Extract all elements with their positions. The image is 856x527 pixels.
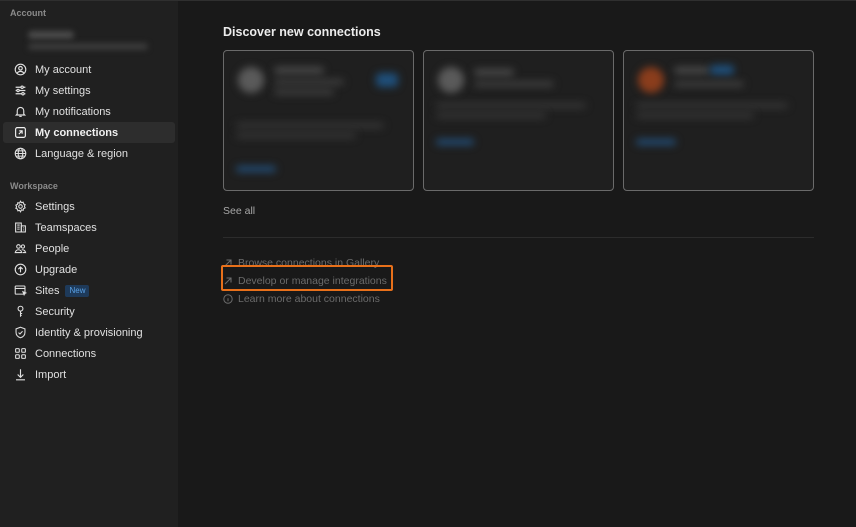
sidebar-item-label: My connections xyxy=(35,126,119,139)
blurred-text xyxy=(474,81,554,87)
sites-icon xyxy=(13,284,27,298)
building-icon xyxy=(13,221,27,235)
link-label: Browse connections in Gallery xyxy=(238,257,380,269)
upgrade-icon xyxy=(13,263,27,277)
blurred-text xyxy=(436,103,586,108)
sidebar-item-label: Connections xyxy=(35,347,97,360)
sidebar-item-label: Settings xyxy=(35,200,75,213)
blurred-text xyxy=(274,79,344,85)
sidebar-item-my-connections[interactable]: My connections xyxy=(3,122,175,143)
sidebar-item-label: Language & region xyxy=(35,147,128,160)
bell-icon xyxy=(13,105,27,119)
blurred-text xyxy=(636,113,754,118)
blurred-text xyxy=(436,113,546,118)
page-title: Discover new connections xyxy=(223,25,381,39)
help-links: Browse connections in Gallery Develop or… xyxy=(223,254,387,308)
blurred-avatar-name xyxy=(28,31,74,39)
external-arrow-icon xyxy=(223,276,233,286)
learn-more-link[interactable]: Learn more about connections xyxy=(223,290,387,308)
sidebar-item-import[interactable]: Import xyxy=(3,364,175,385)
info-icon xyxy=(223,294,233,304)
sidebar-item-security[interactable]: Security xyxy=(3,301,175,322)
blurred-logo xyxy=(438,67,464,93)
blurred-text xyxy=(636,103,788,108)
sidebar-item-label: Upgrade xyxy=(35,263,78,276)
blurred-text xyxy=(274,67,324,74)
blurred-text xyxy=(236,133,356,138)
browse-gallery-link[interactable]: Browse connections in Gallery xyxy=(223,254,387,272)
sidebar-item-my-notifications[interactable]: My notifications xyxy=(3,101,175,122)
connection-cards xyxy=(223,50,814,191)
blurred-text xyxy=(274,89,334,95)
download-icon xyxy=(13,368,27,382)
user-circle-icon xyxy=(13,63,27,77)
blurred-link xyxy=(236,166,276,172)
shield-icon xyxy=(13,326,27,340)
develop-integrations-link[interactable]: Develop or manage integrations xyxy=(223,272,387,290)
blurred-text xyxy=(674,81,744,87)
blurred-button xyxy=(376,73,398,87)
blurred-email xyxy=(28,43,148,50)
sidebar-item-label: Teamspaces xyxy=(35,221,97,234)
grid-icon xyxy=(13,347,27,361)
sidebar-item-label: Import xyxy=(35,368,67,381)
new-badge: New xyxy=(65,284,90,297)
connection-card[interactable] xyxy=(423,50,614,191)
sidebar-item-settings[interactable]: Settings xyxy=(3,196,175,217)
sidebar-item-label: My settings xyxy=(35,84,91,97)
blurred-logo xyxy=(638,67,664,93)
arrow-box-icon xyxy=(13,126,27,140)
sidebar-item-sites[interactable]: Sites New xyxy=(3,280,175,301)
settings-sidebar: Account My account My settings My notifi… xyxy=(0,1,178,527)
key-icon xyxy=(13,305,27,319)
app-window: Account My account My settings My notifi… xyxy=(0,0,856,527)
sidebar-item-label: My notifications xyxy=(35,105,111,118)
connections-panel: Discover new connections See all Browse … xyxy=(178,1,856,527)
account-user-blurred xyxy=(14,29,154,53)
sliders-icon xyxy=(13,84,27,98)
workspace-section-label: Workspace xyxy=(10,181,58,191)
globe-icon xyxy=(13,147,27,161)
blurred-link xyxy=(436,139,474,145)
blurred-text xyxy=(236,123,384,128)
blurred-text xyxy=(474,69,514,76)
sidebar-item-label: People xyxy=(35,242,70,255)
workspace-nav: Settings Teamspaces People Upgrade Sites… xyxy=(0,196,178,385)
sidebar-item-people[interactable]: People xyxy=(3,238,175,259)
account-section-label: Account xyxy=(10,8,46,18)
link-label: Learn more about connections xyxy=(238,293,380,305)
sidebar-item-language-region[interactable]: Language & region xyxy=(3,143,175,164)
blurred-text xyxy=(674,67,710,74)
sidebar-item-teamspaces[interactable]: Teamspaces xyxy=(3,217,175,238)
see-all-link[interactable]: See all xyxy=(223,205,255,217)
blurred-button xyxy=(710,65,734,75)
sidebar-item-identity-provisioning[interactable]: Identity & provisioning xyxy=(3,322,175,343)
connection-card[interactable] xyxy=(623,50,814,191)
sidebar-item-label: My account xyxy=(35,63,92,76)
link-label: Develop or manage integrations xyxy=(238,275,387,287)
connection-card[interactable] xyxy=(223,50,414,191)
sidebar-item-label: Identity & provisioning xyxy=(35,326,143,339)
people-icon xyxy=(13,242,27,256)
sidebar-item-label: Security xyxy=(35,305,75,318)
external-arrow-icon xyxy=(223,258,233,268)
blurred-logo xyxy=(238,67,264,93)
blurred-link xyxy=(636,139,676,145)
divider xyxy=(223,237,814,238)
sidebar-item-label: Sites xyxy=(35,284,60,297)
sidebar-item-upgrade[interactable]: Upgrade xyxy=(3,259,175,280)
sidebar-item-my-settings[interactable]: My settings xyxy=(3,80,175,101)
account-nav: My account My settings My notifications … xyxy=(0,59,178,164)
gear-icon xyxy=(13,200,27,214)
sidebar-item-connections[interactable]: Connections xyxy=(3,343,175,364)
sidebar-item-my-account[interactable]: My account xyxy=(3,59,175,80)
